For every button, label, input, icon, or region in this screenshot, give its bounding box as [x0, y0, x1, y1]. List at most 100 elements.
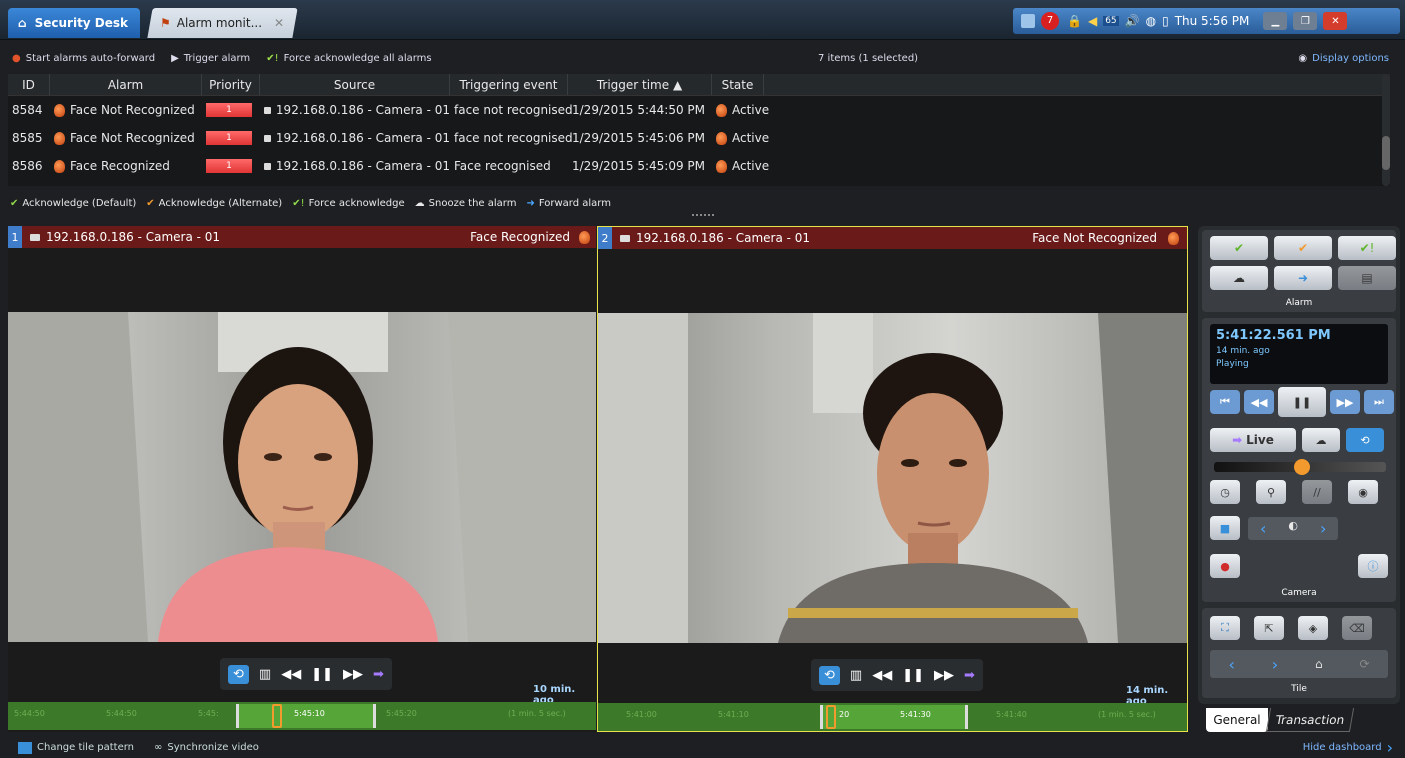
- tile-back-icon[interactable]: ‹: [1228, 655, 1234, 674]
- pause-icon[interactable]: ❚❚: [902, 668, 924, 683]
- rewind-dash-icon[interactable]: ◀◀: [1244, 390, 1274, 414]
- tab-security-desk[interactable]: ⌂ Security Desk: [8, 8, 140, 38]
- notes-dash-button[interactable]: ▤: [1338, 266, 1396, 290]
- popout-icon[interactable]: ⇱: [1254, 616, 1284, 640]
- speed-slider-knob[interactable]: [1294, 459, 1310, 475]
- camera-select-icon[interactable]: ◐: [1288, 519, 1298, 538]
- cell-time: 1/29/2015 5:45:06 PM: [572, 131, 706, 145]
- filmstrip-icon[interactable]: ▥: [259, 667, 271, 682]
- dashboard-tab-transaction[interactable]: Transaction: [1265, 708, 1355, 732]
- display-options-button[interactable]: ◉ Display options: [1298, 53, 1389, 64]
- ack-alternate-button[interactable]: ✔ Acknowledge (Alternate): [146, 198, 282, 209]
- timeline-cursor[interactable]: [826, 705, 836, 729]
- column-header-priority[interactable]: Priority: [202, 74, 260, 95]
- alarm-notification-icon[interactable]: 7: [1041, 12, 1061, 30]
- column-header-trigger-time[interactable]: Trigger time ▲: [568, 74, 712, 95]
- loop-icon[interactable]: ⟲: [819, 665, 840, 685]
- visual-tracking-icon[interactable]: ◈: [1298, 616, 1328, 640]
- filmstrip-icon[interactable]: ▥: [850, 668, 862, 683]
- hide-dashboard-button[interactable]: Hide dashboard ›: [1303, 738, 1393, 757]
- video-tile-2[interactable]: 2 192.168.0.186 - Camera - 01 Face Not R…: [597, 226, 1188, 732]
- tile-forward-icon[interactable]: ›: [1272, 655, 1278, 674]
- live-button[interactable]: ➡ Live: [1210, 428, 1296, 452]
- clear-tile-icon[interactable]: ⌫: [1342, 616, 1372, 640]
- pause-dash-icon[interactable]: ❚❚: [1278, 387, 1326, 417]
- stop-icon[interactable]: ■: [1210, 516, 1240, 540]
- video-tile-1[interactable]: 1 192.168.0.186 - Camera - 01 Face Recog…: [8, 226, 596, 732]
- forward-dash-button[interactable]: ➜: [1274, 266, 1332, 290]
- woman-video-image: [8, 312, 596, 642]
- close-button[interactable]: ✕: [1323, 12, 1348, 30]
- dashboard-tab-general[interactable]: General: [1206, 708, 1268, 732]
- forward-alarm-button[interactable]: ➜ Forward alarm: [526, 198, 611, 209]
- skip-end-icon[interactable]: ⏭: [1364, 390, 1394, 414]
- ack-default-dash-button[interactable]: ✔: [1210, 236, 1268, 260]
- table-scrollbar[interactable]: [1382, 74, 1390, 186]
- skip-start-icon[interactable]: ⏮: [1210, 390, 1240, 414]
- phone-icon[interactable]: ▯: [1162, 14, 1169, 28]
- bookmark-icon[interactable]: ☁: [1302, 428, 1340, 452]
- alarm-section: ✔ ✔ ✔! ☁ ➜ ▤ Alarm: [1202, 230, 1396, 312]
- fast-forward-icon[interactable]: ▶▶: [343, 667, 363, 682]
- volume-level-badge[interactable]: 65: [1103, 16, 1119, 26]
- fullscreen-icon[interactable]: ⛶: [1210, 616, 1240, 640]
- megaphone-icon[interactable]: ◀: [1088, 14, 1097, 28]
- trigger-alarm-button[interactable]: ▶ Trigger alarm: [171, 53, 250, 64]
- ack-default-button[interactable]: ✔ Acknowledge (Default): [10, 198, 136, 209]
- fast-forward-dash-icon[interactable]: ▶▶: [1330, 390, 1360, 414]
- table-row[interactable]: 8585 Face Not Recognized 1 192.168.0.186…: [8, 124, 1390, 152]
- loop-dash-icon[interactable]: ⟲: [1346, 428, 1384, 452]
- column-header-source[interactable]: Source: [260, 74, 450, 95]
- tile-home-icon[interactable]: ⌂: [1315, 657, 1323, 671]
- rewind-icon[interactable]: ◀◀: [281, 667, 301, 682]
- tile-refresh-icon[interactable]: ⟳: [1360, 657, 1370, 671]
- live-arrow-icon[interactable]: ➡: [373, 667, 384, 682]
- column-header-alarm[interactable]: Alarm: [50, 74, 202, 95]
- previous-icon[interactable]: ‹: [1260, 519, 1266, 538]
- fast-forward-icon[interactable]: ▶▶: [934, 668, 954, 683]
- restore-button[interactable]: ❐: [1293, 12, 1318, 30]
- column-header-triggering-event[interactable]: Triggering event: [450, 74, 568, 95]
- change-tile-pattern-button[interactable]: Change tile pattern: [18, 741, 134, 754]
- next-icon[interactable]: ›: [1320, 519, 1326, 538]
- synchronize-video-button[interactable]: ∞ Synchronize video: [154, 742, 259, 753]
- speaker-icon[interactable]: 🔊: [1125, 14, 1140, 28]
- ack-alternate-dash-button[interactable]: ✔: [1274, 236, 1332, 260]
- snapshot-icon[interactable]: ◉: [1348, 480, 1378, 504]
- minimize-button[interactable]: ▁: [1263, 12, 1288, 30]
- auto-forward-button[interactable]: ● Start alarms auto-forward: [12, 53, 155, 64]
- video-feed-1[interactable]: [8, 312, 596, 642]
- speed-slider[interactable]: [1214, 459, 1386, 475]
- info-icon[interactable]: ⓘ: [1358, 554, 1388, 578]
- live-arrow-icon[interactable]: ➡: [964, 668, 975, 683]
- column-header-id[interactable]: ID: [8, 74, 50, 95]
- live-row: ➡ Live ☁ ⟲: [1210, 428, 1384, 452]
- lock-icon[interactable]: 🔒: [1067, 14, 1082, 28]
- record-icon[interactable]: ●: [1210, 554, 1240, 578]
- splitter-handle[interactable]: [692, 214, 714, 218]
- tile-2-timeline[interactable]: 5:41:00 5:41:10 20 5:41:30 5:41:40 (1 mi…: [598, 703, 1187, 731]
- snooze-dash-button[interactable]: ☁: [1210, 266, 1268, 290]
- force-ack-all-button[interactable]: ✔! Force acknowledge all alarms: [266, 53, 431, 64]
- video-feed-2[interactable]: [598, 313, 1187, 643]
- ptz-icon[interactable]: //: [1302, 480, 1332, 504]
- snooze-button[interactable]: ☁ Snooze the alarm: [415, 198, 517, 209]
- close-tab-icon[interactable]: ✕: [274, 16, 284, 30]
- monitor-icon[interactable]: [1021, 14, 1035, 28]
- force-ack-dash-button[interactable]: ✔!: [1338, 236, 1396, 260]
- column-header-state[interactable]: State: [712, 74, 764, 95]
- zoom-icon[interactable]: ⚲: [1256, 480, 1286, 504]
- clock-icon[interactable]: ◷: [1210, 480, 1240, 504]
- cell-event: face not recognised: [454, 103, 573, 117]
- pause-icon[interactable]: ❚❚: [311, 667, 333, 682]
- table-row[interactable]: 8584 Face Not Recognized 1 192.168.0.186…: [8, 96, 1390, 124]
- table-row-selected[interactable]: 8586 Face Recognized 1 192.168.0.186 - C…: [8, 152, 1390, 180]
- scrollbar-thumb[interactable]: [1382, 136, 1390, 170]
- tile-1-timeline[interactable]: 5:44:50 5:44:50 5:45: 5:45:10 5:45:20 (1…: [8, 702, 596, 730]
- rewind-icon[interactable]: ◀◀: [872, 668, 892, 683]
- timeline-cursor[interactable]: [272, 704, 282, 728]
- loop-icon[interactable]: ⟲: [228, 664, 249, 684]
- globe-icon[interactable]: ◍: [1146, 14, 1156, 28]
- tab-alarm-monitoring[interactable]: ⚑ Alarm monit... ✕: [160, 8, 295, 38]
- force-ack-button[interactable]: ✔! Force acknowledge: [292, 198, 404, 209]
